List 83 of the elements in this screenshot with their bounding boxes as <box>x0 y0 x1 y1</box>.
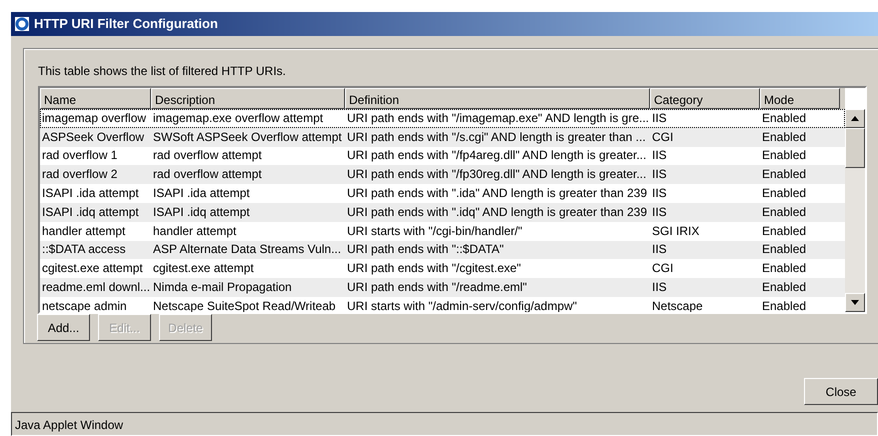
table-cell-text: Enabled <box>761 242 808 258</box>
close-button[interactable]: Close <box>804 378 878 405</box>
table-row[interactable]: ::$DATA access ASP Alternate Data Streams Vuln... URI path ends with "::$DATA" IIS Enabled <box>40 240 845 260</box>
column-header[interactable]: Name <box>40 88 151 109</box>
scroll-thumb[interactable] <box>845 128 865 168</box>
table-cell-text: imagemap.exe overflow attempt <box>152 110 324 126</box>
table-row[interactable]: cgitest.exe attempt cgitest.exe attempt URI path ends with "/cgitest.exe" CGI Enabled <box>40 259 845 278</box>
column-header[interactable]: Category <box>650 88 760 109</box>
table-cell-text: URI path ends with ".idq" AND length is greater than 239 <box>346 204 648 220</box>
table-cell-text: URI path ends with "::$DATA" <box>346 242 505 258</box>
table-cell-text: ASPSeek Overflow <box>41 130 146 145</box>
table-cell-text: ISAPI .idq attempt <box>152 204 251 220</box>
status-bar: Java Applet Window <box>11 412 878 436</box>
table-row[interactable]: rad overflow 2 rad overflow attempt URI path ends with "/fp30reg.dll" AND length is greater... IIS Enabled <box>40 165 845 184</box>
window-title: HTTP URI Filter Configuration <box>34 15 218 34</box>
column-header[interactable]: Mode <box>760 88 840 109</box>
table-cell-text: rad overflow attempt <box>152 148 263 164</box>
table-row[interactable]: readme.eml downl... Nimda e-mail Propagation URI path ends with "/readme.eml" IIS Enabled <box>40 278 845 297</box>
table-cell-text: IIS <box>651 204 668 220</box>
table-cell-text: ISAPI .ida attempt <box>41 186 140 202</box>
scroll-down-button[interactable] <box>845 293 865 312</box>
app-icon <box>14 16 30 32</box>
table-cell-text: Enabled <box>761 298 808 312</box>
table-cell-text: URI path ends with "/fp4areg.dll" AND length is greater... <box>346 148 648 164</box>
table-cell-text: rad overflow 2 <box>41 167 118 182</box>
table-cell-text: CGI <box>651 130 674 145</box>
table-cell-text: Enabled <box>761 148 808 164</box>
table-cell-text: URI path ends with "/readme.eml" <box>346 280 528 296</box>
table-cell-text: Netscape <box>651 298 704 312</box>
table-cell-text: Enabled <box>761 280 808 296</box>
table-cell-text: ISAPI .idq attempt <box>41 204 140 220</box>
table-cell-text: URI path ends with "/fp30reg.dll" AND length is greater... <box>346 167 648 182</box>
table-cell-text: ISAPI .ida attempt <box>152 186 251 202</box>
table-row[interactable]: rad overflow 1 rad overflow attempt URI path ends with "/fp4areg.dll" AND length is greater... IIS Enabled <box>40 146 845 166</box>
table-cell-text: URI path ends with "/imagemap.exe" AND length is gre... <box>346 110 650 126</box>
table-cell-text: URI path ends with "/s.cgi" AND length is greater than ... <box>346 130 647 145</box>
focused-row[interactable]: imagemap overflow imagemap.exe overflow attempt URI path ends with "/imagemap.exe" AND length is gre... IIS Enabled <box>40 109 845 128</box>
down-arrow-icon <box>851 300 859 305</box>
up-arrow-icon <box>851 116 859 121</box>
table-cell-text: ASP Alternate Data Streams Vuln... <box>152 242 342 258</box>
table-cell-text: Netscape SuiteSpot Read/Writeab <box>152 298 337 312</box>
table-cell-text: URI path ends with "/cgitest.exe" <box>346 261 522 276</box>
scroll-up-button[interactable] <box>845 109 865 128</box>
table-cell-text: Nimda e-mail Propagation <box>152 280 293 296</box>
table-cell-text: cgitest.exe attempt <box>41 261 144 276</box>
table-cell-text: readme.eml downl... <box>41 280 151 296</box>
table-cell-text: cgitest.exe attempt <box>152 261 255 276</box>
table-cell-text: Enabled <box>761 110 808 126</box>
table-cell-text: URI starts with "/admin-serv/config/admpw" <box>346 298 578 312</box>
table-cell-text: Enabled <box>761 261 808 276</box>
table-cell-text: URI starts with "/cgi-bin/handler/" <box>346 224 524 239</box>
table-row[interactable]: ISAPI .ida attempt ISAPI .ida attempt URI path ends with ".ida" AND length is greater than 239 IIS Enabled <box>40 184 845 203</box>
table-cell-text: SGI IRIX <box>651 224 700 239</box>
table-cell-text: imagemap overflow <box>41 110 148 126</box>
table-cell-text: Enabled <box>761 186 808 202</box>
column-header[interactable]: Description <box>151 88 345 109</box>
table-cell-text: netscape admin <box>41 298 128 312</box>
table-cell-text: Enabled <box>761 224 808 239</box>
table-cell-text: IIS <box>651 280 668 296</box>
table-cell-text: Enabled <box>761 167 808 182</box>
table-cell-text: rad overflow attempt <box>152 167 263 182</box>
table-cell-text: IIS <box>651 186 668 202</box>
table-row[interactable]: ASPSeek Overflow SWSoft ASPSeek Overflow attempt URI path ends with "/s.cgi" AND length is greater than ... CGI Enabled <box>40 128 845 147</box>
table-row[interactable]: netscape admin Netscape SuiteSpot Read/Writeab URI starts with "/admin-serv/config/admpw" Netscape Enabled <box>40 296 845 312</box>
table-cell-text: ::$DATA access <box>41 242 127 258</box>
table-cell-text: URI path ends with ".ida" AND length is greater than 239 <box>346 186 648 202</box>
table-row[interactable]: ISAPI .idq attempt ISAPI .idq attempt URI path ends with ".idq" AND length is greater than 239 IIS Enabled <box>40 202 845 222</box>
table-cell-text: handler attempt <box>41 224 126 239</box>
table-cell-text: CGI <box>651 261 674 276</box>
scrollbar[interactable] <box>845 109 865 312</box>
column-header[interactable]: Definition <box>345 88 650 109</box>
intro-text: This table shows the list of filtered HTTP URIs. <box>38 63 287 80</box>
table-cell-text: rad overflow 1 <box>41 148 118 164</box>
table-cell-text: Enabled <box>761 130 808 145</box>
table-cell-text: IIS <box>651 167 668 182</box>
table-row[interactable]: handler attempt handler attempt URI starts with "/cgi-bin/handler/" SGI IRIX Enabled <box>40 222 845 241</box>
table-action-button[interactable]: Add... <box>37 314 90 341</box>
table-cell-text: SWSoft ASPSeek Overflow attempt <box>152 130 343 145</box>
table-cell-text: handler attempt <box>152 224 238 239</box>
table-cell-text: IIS <box>651 110 668 126</box>
table-cell-text: Enabled <box>761 204 808 220</box>
table-cell-text: IIS <box>651 242 668 258</box>
table-cell-text: IIS <box>651 148 668 164</box>
